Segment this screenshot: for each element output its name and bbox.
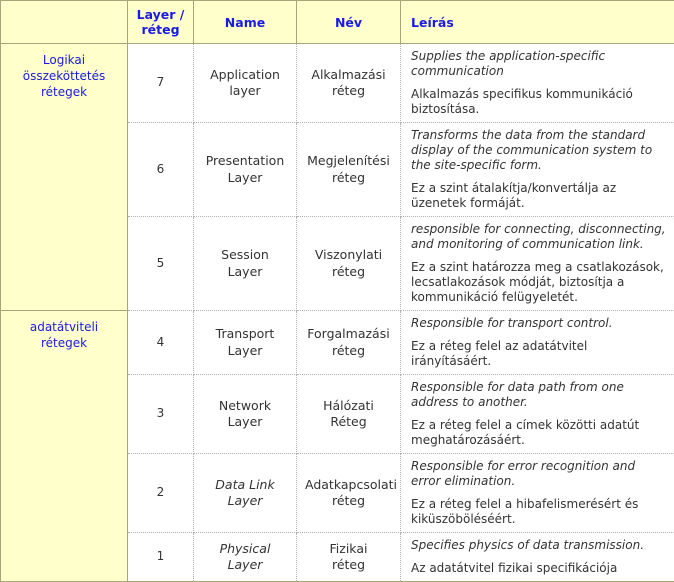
layer-group-label-line1: Logikai [43, 53, 85, 67]
layer-name-en-line2: Layer [228, 414, 263, 429]
layer-name-en-line1: Application [210, 67, 280, 82]
layer-name-en: NetworkLayer [194, 375, 297, 454]
layer-description: responsible for connecting, disconnectin… [401, 217, 674, 311]
layer-group-cell: Logikai összeköttetés rétegek [1, 44, 128, 311]
layer-name-en: Presentation Layer [194, 123, 297, 217]
layer-name-en-line1: Transport [216, 326, 275, 341]
layer-group-label-line3: rétegek [41, 85, 87, 99]
header-leiras: Leírás [401, 1, 674, 44]
layer-name-hu-line2: réteg [332, 343, 365, 358]
layer-description-hu: Az adatátvitel fizikai specifikációja [411, 561, 666, 576]
layer-description-en: Transforms the data from the standard di… [411, 128, 666, 173]
layer-name-hu-line1: Megjelenítési [307, 153, 390, 168]
layer-name-en-line2: Layer [228, 557, 263, 572]
layer-name-en: Session Layer [194, 217, 297, 311]
layer-number: 2 [128, 454, 194, 533]
layer-name-hu: Alkalmazásiréteg [297, 44, 401, 123]
layer-name-hu-line2: réteg [332, 170, 365, 185]
table-row: adatátviteli rétegek 4 Transport Layer Forgal… [1, 311, 674, 375]
layer-description: Supplies the application-specific commun… [401, 44, 674, 123]
layer-number: 7 [128, 44, 194, 123]
layer-name-en-line1: Presentation [206, 153, 285, 168]
layer-number: 6 [128, 123, 194, 217]
layer-description-hu: Ez a szint határozza meg a csatlakozások… [411, 260, 666, 305]
layer-group-label-line1: adatátviteli [30, 320, 98, 334]
layer-description-en: Supplies the application-specific commun… [411, 49, 666, 79]
layer-name-hu-line2: réteg [332, 557, 365, 572]
layer-name-hu-line1: Alkalmazási [311, 67, 385, 82]
layer-name-hu: Forgalmazási réteg [297, 311, 401, 375]
layer-name-en-line2: layer [229, 83, 260, 98]
layer-name-en-line1: Session [221, 247, 269, 262]
layer-name-hu-line1: Forgalmazási [307, 326, 389, 341]
layer-description-hu: Ez a réteg felel a címek közötti adatút … [411, 418, 666, 448]
layer-group-cell: adatátviteli rétegek [1, 311, 128, 582]
layer-name-hu-line2: Réteg [330, 414, 366, 429]
table-header-row: Layer / réteg Name Név Leírás [1, 1, 674, 44]
layer-number: 4 [128, 311, 194, 375]
layer-name-hu-line1: Adatkapcsolati [305, 477, 397, 492]
layer-description-en: Responsible for data path from one addre… [411, 380, 666, 410]
layer-description: Responsible for data path from one addre… [401, 375, 674, 454]
layer-name-hu-line2: réteg [332, 264, 365, 279]
layer-description-hu: Ez a réteg felel a hibafelismerésért és … [411, 497, 666, 527]
layer-description-en: Specifies physics of data transmission. [411, 538, 666, 553]
layer-name-hu-line1: Hálózati [323, 398, 374, 413]
layer-name-en-line1: Physical [220, 541, 271, 556]
layer-description: Responsible for error recognition and er… [401, 454, 674, 533]
layer-name-en-line2: Layer [228, 170, 263, 185]
layer-name-hu: Megjelenítési réteg [297, 123, 401, 217]
header-layer-line2: réteg [141, 22, 179, 37]
layer-number: 5 [128, 217, 194, 311]
header-layer: Layer / réteg [128, 1, 194, 44]
layer-description-en: Responsible for transport control. [411, 316, 666, 331]
layer-name-hu: HálózatiRéteg [297, 375, 401, 454]
layer-number: 1 [128, 533, 194, 582]
layer-name-en: Applicationlayer [194, 44, 297, 123]
layer-name-hu: Viszonylati réteg [297, 217, 401, 311]
layer-description: Transforms the data from the standard di… [401, 123, 674, 217]
header-group-blank [1, 1, 128, 44]
layer-name-en: PhysicalLayer [194, 533, 297, 582]
layer-name-en-line2: Layer [228, 493, 263, 508]
layer-name-hu: Fizikairéteg [297, 533, 401, 582]
layer-group-label-line2: összeköttetés [23, 69, 106, 83]
layer-number: 3 [128, 375, 194, 454]
layer-name-en-line1: Data Link [215, 477, 274, 492]
header-nev: Név [297, 1, 401, 44]
layer-description-hu: Ez a szint átalakítja/konvertálja az üze… [411, 181, 666, 211]
layer-name-hu-line2: réteg [332, 83, 365, 98]
layer-name-en-line1: Network [219, 398, 271, 413]
layer-name-hu-line1: Fizikai [330, 541, 368, 556]
layer-description-hu: Ez a réteg felel az adatátvitel irányítá… [411, 339, 666, 369]
osi-layers-table: Layer / réteg Name Név Leírás Logikai öss… [0, 0, 674, 582]
table-row: Logikaiösszeköttetésrétegek7Applicationl… [1, 44, 674, 123]
layer-description-en: responsible for connecting, disconnectin… [411, 222, 666, 252]
table-body: Logikaiösszeköttetésrétegek7Applicationl… [1, 44, 674, 582]
layer-name-en-line2: Layer [228, 343, 263, 358]
layer-name-hu-line1: Viszonylati [315, 247, 382, 262]
layer-name-hu: Adatkapcsolatiréteg [297, 454, 401, 533]
layer-name-hu-line2: réteg [332, 493, 365, 508]
layer-name-en-line2: Layer [228, 264, 263, 279]
layer-description-en: Responsible for error recognition and er… [411, 459, 666, 489]
layer-name-en: Data LinkLayer [194, 454, 297, 533]
layer-description: Responsible for transport control. Ez a r… [401, 311, 674, 375]
header-layer-line1: Layer / [137, 7, 185, 22]
layer-description-hu: Alkalmazás specifikus kommunikáció bizto… [411, 87, 666, 117]
header-name: Name [194, 1, 297, 44]
layer-description: Specifies physics of data transmission. A… [401, 533, 674, 582]
layer-name-en: Transport Layer [194, 311, 297, 375]
layer-group-label-line2: rétegek [41, 336, 87, 350]
